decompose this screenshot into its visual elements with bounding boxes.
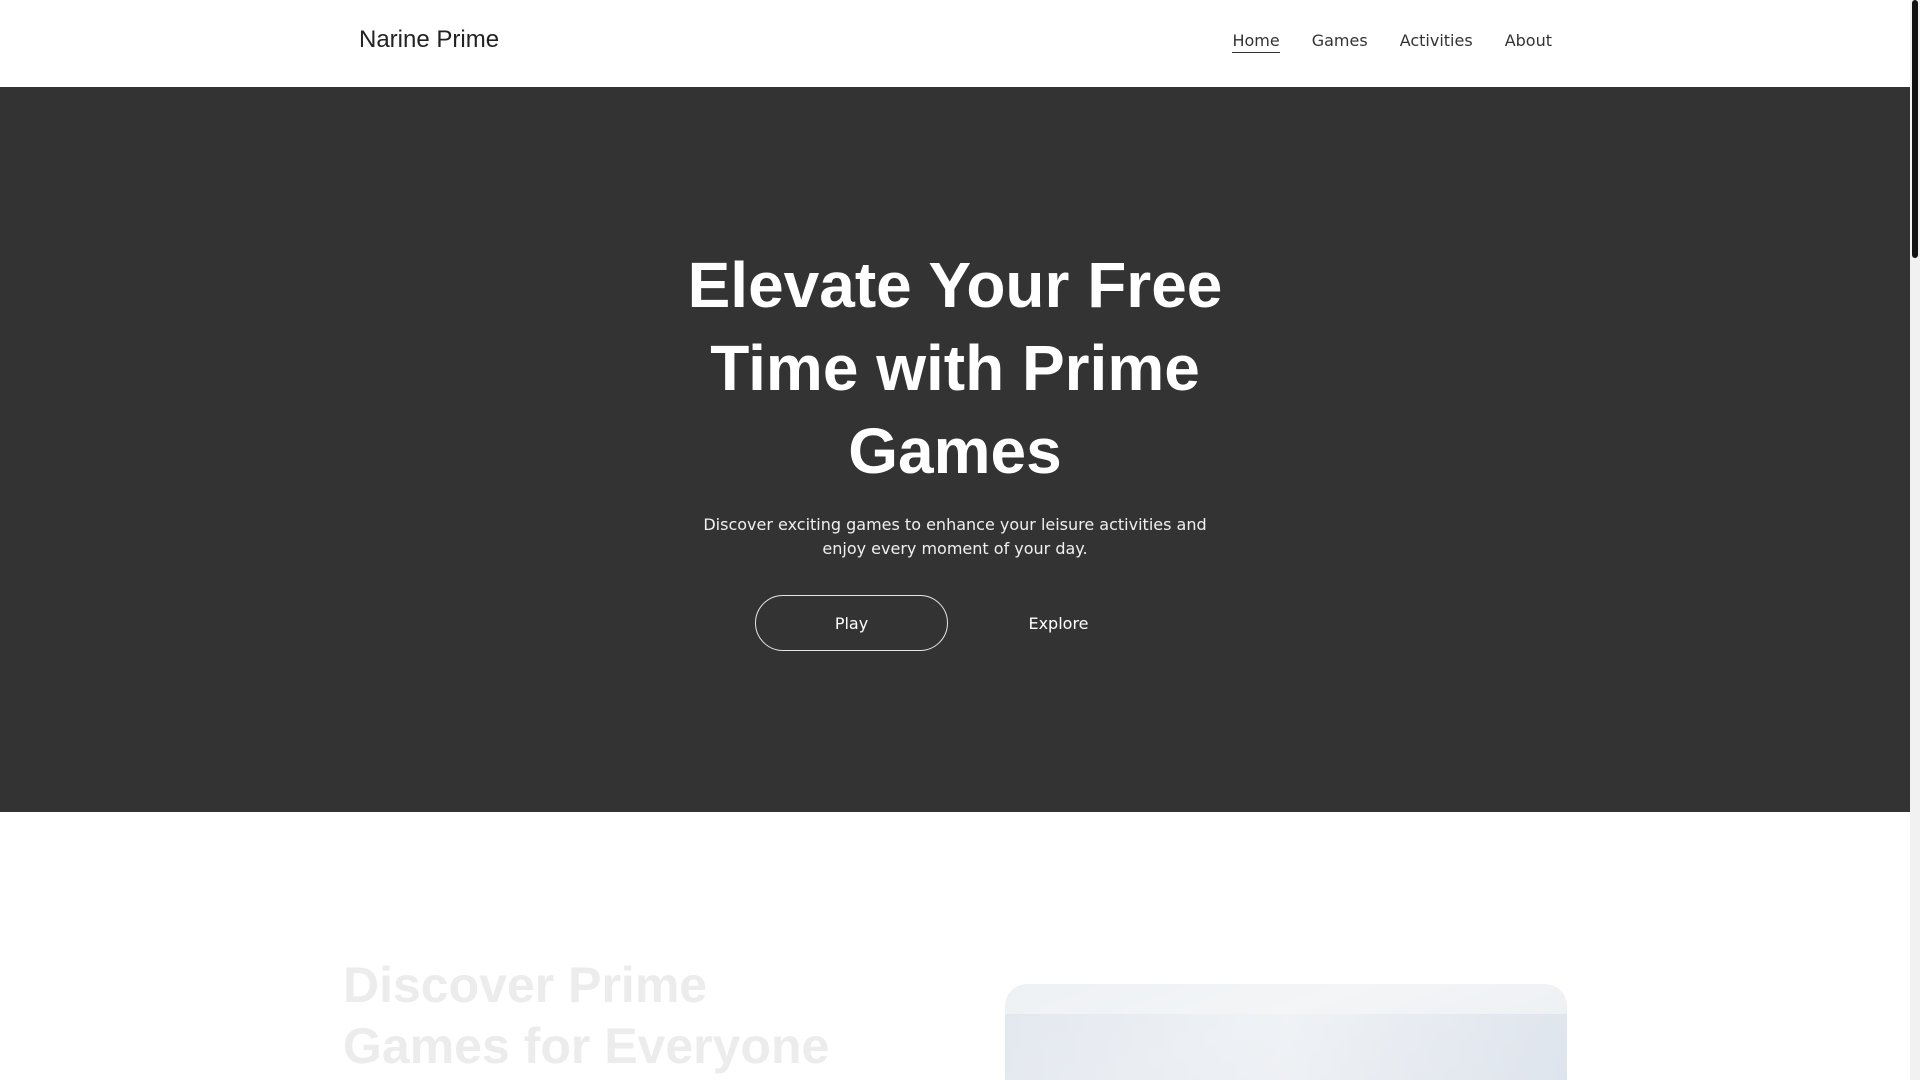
hero-title: Elevate Your Free Time with Prime Games: [687, 249, 1223, 487]
brand-logo[interactable]: Narine Prime: [359, 26, 499, 54]
nav-link-home[interactable]: Home: [1232, 31, 1280, 53]
play-button[interactable]: Play: [755, 595, 948, 651]
page: Narine Prime Home Games Activities About…: [0, 0, 1920, 1080]
nav-link-about[interactable]: About: [1505, 31, 1552, 53]
scrollbar[interactable]: [1910, 0, 1920, 1080]
explore-button[interactable]: Explore: [962, 595, 1155, 651]
nav-link-games[interactable]: Games: [1312, 31, 1368, 53]
nav-menu: Home Games Activities About: [1232, 31, 1552, 53]
nav-link-activities[interactable]: Activities: [1400, 31, 1473, 53]
section-image-glow: [1005, 1014, 1567, 1080]
scrollbar-thumb[interactable]: [1912, 0, 1918, 258]
navbar: Narine Prime Home Games Activities About: [0, 0, 1910, 87]
section-image: [1005, 984, 1567, 1080]
hero-subtitle: Discover exciting games to enhance your …: [703, 515, 1207, 558]
hero-section: Elevate Your Free Time with Prime Games …: [0, 87, 1910, 812]
section-title: Discover Prime Games for Everyone: [343, 957, 830, 1074]
